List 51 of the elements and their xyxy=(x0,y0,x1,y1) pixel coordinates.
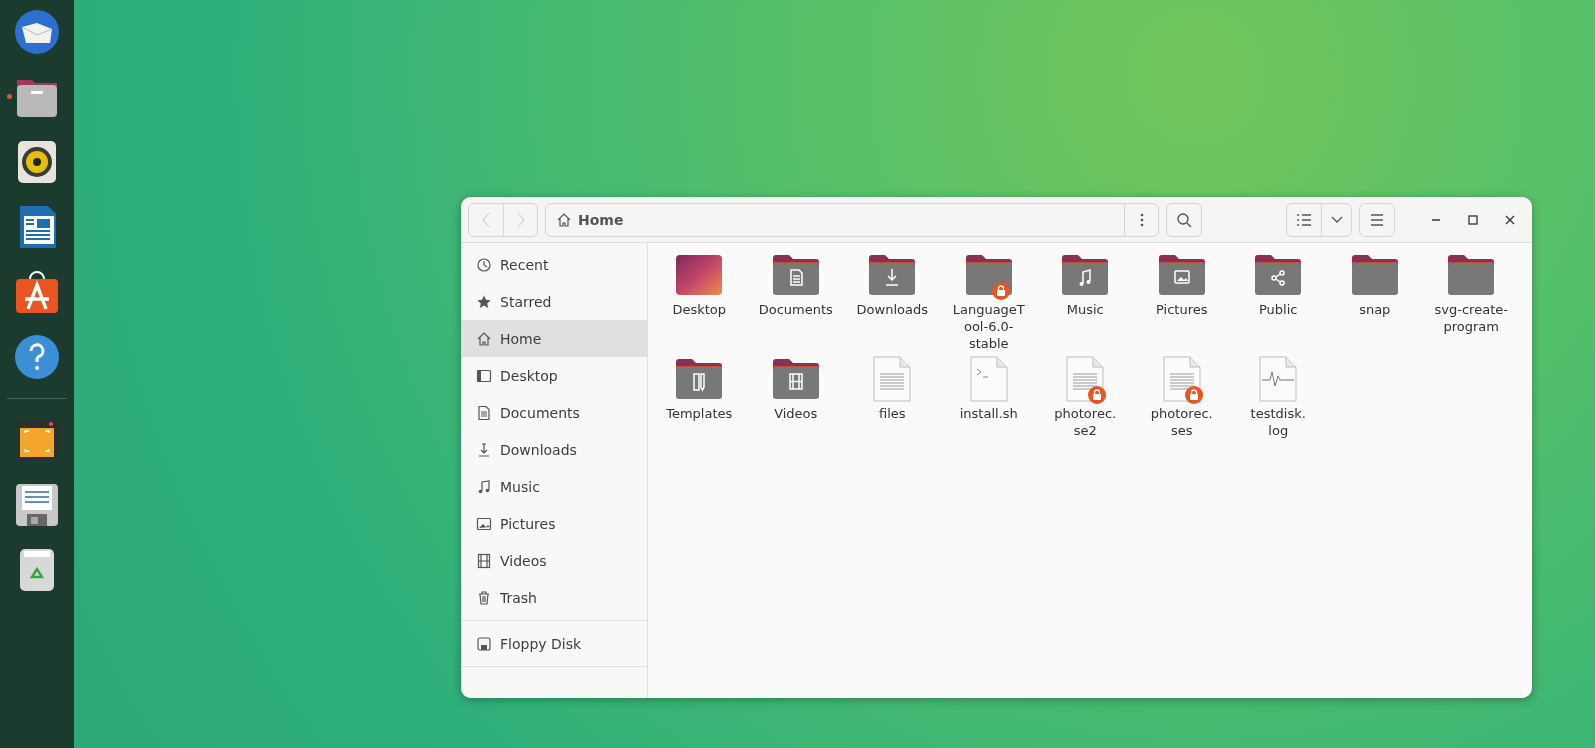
desktop-icon xyxy=(476,367,492,384)
download-icon xyxy=(476,441,492,458)
running-indicator xyxy=(7,94,12,99)
file-name[interactable]: photorec. ses xyxy=(1143,405,1220,439)
sidebar-item[interactable]: Music xyxy=(461,468,647,505)
file-name[interactable]: install.sh xyxy=(959,405,1018,422)
film-icon xyxy=(476,552,492,569)
screenshot-app-icon xyxy=(14,417,60,463)
sidebar-item[interactable]: Downloads xyxy=(461,431,647,468)
home-icon xyxy=(476,330,492,347)
list-icon xyxy=(1296,212,1312,227)
file-name[interactable]: photorec. se2 xyxy=(1047,405,1124,439)
file-name[interactable]: svg-create- program xyxy=(1433,301,1510,335)
sidebar-item[interactable]: Desktop xyxy=(461,357,647,394)
path-crumb[interactable]: Home xyxy=(546,203,1124,236)
maximize-icon xyxy=(1468,214,1478,225)
clock-icon xyxy=(476,256,492,273)
sidebar-item[interactable]: Recent xyxy=(461,246,647,283)
file-name[interactable]: Videos xyxy=(774,405,818,422)
close-icon xyxy=(1505,214,1515,225)
shopping-bag-icon xyxy=(14,269,60,315)
file-name[interactable]: Desktop xyxy=(672,301,727,318)
sidebar-item[interactable]: Pictures xyxy=(461,505,647,542)
music-note-icon xyxy=(476,478,492,495)
sidebar-item[interactable]: Home xyxy=(461,320,647,357)
sidebar-item[interactable]: Starred xyxy=(461,283,647,320)
file-name[interactable]: Public xyxy=(1259,301,1298,318)
document-icon xyxy=(476,404,492,421)
file-name[interactable]: Pictures xyxy=(1156,301,1208,318)
file-name[interactable]: Music xyxy=(1066,301,1104,318)
mail-app-icon xyxy=(14,9,60,55)
trash-icon xyxy=(476,589,492,606)
minimize-icon xyxy=(1431,218,1441,221)
picture-icon xyxy=(476,515,492,532)
file-name[interactable]: Downloads xyxy=(856,301,928,318)
file-name[interactable]: Templates xyxy=(666,405,733,422)
file-name[interactable]: files xyxy=(878,405,906,422)
caret-icon xyxy=(1330,215,1343,224)
search-icon xyxy=(1176,211,1192,228)
sidebar-item[interactable]: Documents xyxy=(461,394,647,431)
file-name[interactable]: Documents xyxy=(758,301,833,318)
file-name[interactable]: LanguageT ool-6.0- stable xyxy=(950,301,1027,352)
help-icon xyxy=(14,334,60,380)
file-name[interactable]: snap xyxy=(1359,301,1391,318)
file-name[interactable]: testdisk. log xyxy=(1240,405,1317,439)
more-icon xyxy=(1139,212,1144,227)
sidebar-item[interactable]: Floppy Disk xyxy=(461,625,647,662)
menu-icon xyxy=(1370,213,1384,226)
sidebar-item[interactable]: Videos xyxy=(461,542,647,579)
sidebar-item[interactable]: Trash xyxy=(461,579,647,616)
home-icon xyxy=(556,211,572,228)
